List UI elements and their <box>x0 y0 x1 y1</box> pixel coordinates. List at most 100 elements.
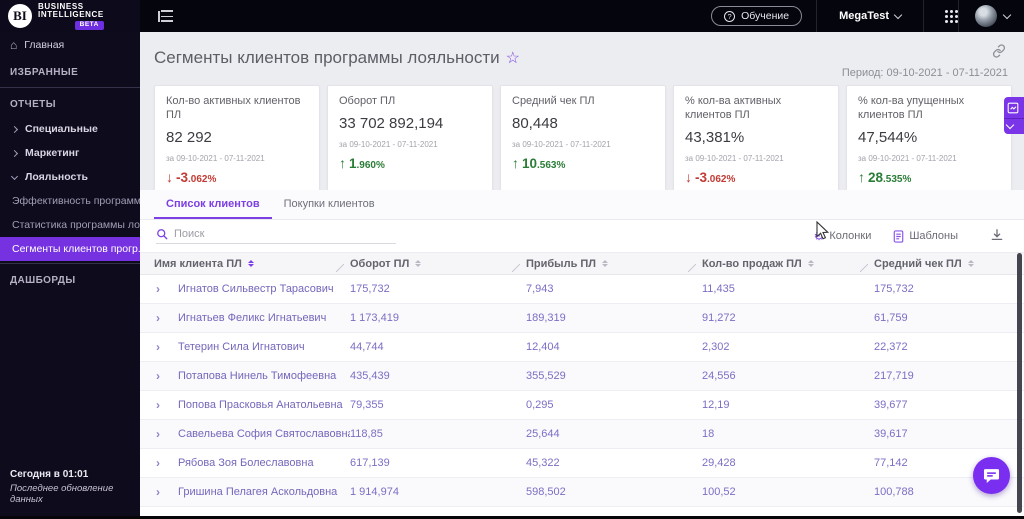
collapse-flyout-button[interactable] <box>1004 119 1024 134</box>
workspace-selector[interactable]: MegaTest <box>817 0 923 32</box>
kpi-card-lost-clients-pct: % кол-ва упущенных клиентов ПЛ 47,544% з… <box>846 85 1012 194</box>
expand-row-icon[interactable]: › <box>154 457 178 469</box>
trend-down-icon <box>166 169 173 185</box>
column-header-sales-count[interactable]: Кол-во продаж ПЛ <box>702 253 874 274</box>
apps-grid-button[interactable] <box>924 0 958 32</box>
avatar <box>975 5 997 27</box>
column-resize-handle[interactable] <box>336 264 344 272</box>
table-body: › Игнатов Сильвестр Тарасович 175,732 7,… <box>140 275 1024 519</box>
export-flyout-button[interactable] <box>1004 97 1024 119</box>
app-logo: BI BUSINESS INTELLIGENCE BETA <box>0 0 140 32</box>
column-resize-handle[interactable] <box>860 264 868 272</box>
chevron-right-icon <box>10 125 19 133</box>
kpi-card-active-clients: Кол-во активных клиентов ПЛ 82 292 за 09… <box>154 85 320 194</box>
logo-icon: BI <box>8 4 32 28</box>
column-header-average-check[interactable]: Средний чек ПЛ <box>874 253 1024 274</box>
period-label: Период: 09-10-2021 - 07-11-2021 <box>841 67 1008 79</box>
expand-row-icon[interactable]: › <box>154 283 178 295</box>
training-button[interactable]: ? Обучение <box>711 6 803 26</box>
expand-row-icon[interactable]: › <box>154 399 178 411</box>
vertical-scrollbar[interactable] <box>1017 253 1022 513</box>
table-row[interactable]: › Рябова Зоя Болеславовна 617,139 45,322… <box>140 449 1024 478</box>
kpi-delta: 10.563% <box>512 155 654 171</box>
tab-client-purchases[interactable]: Покупки клиентов <box>272 190 387 219</box>
last-update-time: Сегодня в 01:01 <box>10 469 89 480</box>
page-title: Сегменты клиентов программы лояльности ☆ <box>154 48 520 67</box>
expand-row-icon[interactable]: › <box>154 370 178 382</box>
copy-link-button[interactable] <box>990 42 1008 63</box>
sidebar-item-home[interactable]: ⌂ Главная <box>0 32 140 58</box>
last-update-info: Сегодня в 01:01 Последнее обновление дан… <box>10 469 134 505</box>
column-header-name[interactable]: Имя клиента ПЛ <box>154 253 350 274</box>
table-row[interactable]: › Игнатьев Феликс Игнатьевич 1 173,419 1… <box>140 304 1024 333</box>
sidebar-item-marketing[interactable]: Маркетинг <box>0 141 140 165</box>
topbar: BI BUSINESS INTELLIGENCE BETA ? Обучение… <box>0 0 1024 32</box>
chevron-down-icon <box>1002 10 1012 19</box>
table-row[interactable]: › Игнатов Сильвестр Тарасович 175,732 7,… <box>140 275 1024 304</box>
main-content: Сегменты клиентов программы лояльности ☆ … <box>140 32 1024 519</box>
gear-icon: ⚙ <box>813 229 825 243</box>
sort-icon[interactable] <box>602 259 609 268</box>
expand-row-icon[interactable]: › <box>154 341 178 353</box>
chevron-down-icon <box>10 172 19 180</box>
trend-up-icon <box>858 169 865 185</box>
kpi-delta: -3.062% <box>685 169 827 185</box>
sort-icon[interactable] <box>967 259 974 268</box>
chevron-right-icon <box>10 149 19 157</box>
link-icon <box>992 44 1006 58</box>
column-header-profit[interactable]: Прибыль ПЛ <box>526 253 702 274</box>
kpi-delta: 1.960% <box>339 155 481 171</box>
chevron-down-icon <box>893 10 903 19</box>
sidebar: ⌂ Главная ИЗБРАННЫЕ ОТЧЕТЫ Специальные М… <box>0 32 140 519</box>
expand-row-icon[interactable]: › <box>154 312 178 324</box>
column-resize-handle[interactable] <box>688 264 696 272</box>
grid-icon <box>944 9 948 13</box>
trend-down-icon <box>685 169 692 185</box>
last-update-label: Последнее обновление данных <box>10 483 114 505</box>
table-row[interactable]: › Савельева София Святославовна 118,85 2… <box>140 420 1024 449</box>
trend-up-icon <box>339 155 346 171</box>
tab-bar: Список клиентов Покупки клиентов <box>140 190 1024 220</box>
sidebar-section-reports: ОТЧЕТЫ <box>10 99 56 110</box>
column-resize-handle[interactable] <box>512 264 520 272</box>
column-header-turnover[interactable]: Оборот ПЛ <box>350 253 526 274</box>
download-icon <box>991 228 1003 240</box>
help-icon: ? <box>724 10 736 22</box>
table-header: Имя клиента ПЛ Оборот ПЛ Прибыль ПЛ Кол-… <box>140 252 1024 275</box>
favorite-star-icon[interactable]: ☆ <box>506 50 520 67</box>
kpi-delta: 28.535% <box>858 169 1000 185</box>
sidebar-item-program-effectiveness[interactable]: Эффективность программ... <box>0 189 140 213</box>
sort-icon[interactable] <box>415 259 422 268</box>
kpi-card-active-clients-pct: % кол-ва активных клиентов ПЛ 43,381% за… <box>673 85 839 194</box>
templates-button[interactable]: Шаблоны <box>893 229 958 243</box>
expand-row-icon[interactable]: › <box>154 428 178 440</box>
kpi-delta: -3.062% <box>166 169 308 185</box>
beta-badge: BETA <box>74 21 104 30</box>
sidebar-item-program-statistics[interactable]: Статистика программы ло... <box>0 213 140 237</box>
sidebar-item-loyalty[interactable]: Лояльность <box>0 165 140 189</box>
chat-button[interactable] <box>973 457 1010 494</box>
expand-row-icon[interactable]: › <box>154 486 178 498</box>
sort-icon[interactable] <box>807 259 814 268</box>
profile-menu[interactable] <box>959 0 1024 32</box>
sidebar-item-special[interactable]: Специальные <box>0 117 140 141</box>
divider <box>0 87 140 88</box>
table-row[interactable]: › Попова Прасковья Анатольевна 79,355 0,… <box>140 391 1024 420</box>
kpi-card-average-check: Средний чек ПЛ 80,448 за 09-10-2021 - 07… <box>500 85 666 194</box>
table-row[interactable]: › Гришина Пелагея Аскольдовна 1 914,974 … <box>140 478 1024 507</box>
download-button[interactable] <box>988 226 1006 247</box>
sort-icon[interactable] <box>247 259 254 268</box>
search-box[interactable] <box>156 228 396 244</box>
table-row[interactable]: › Тетерин Сила Игнатович 44,744 12,404 2… <box>140 333 1024 362</box>
table-row[interactable]: › Потапова Нинель Тимофеевна 435,439 355… <box>140 362 1024 391</box>
search-icon <box>157 229 168 240</box>
tab-client-list[interactable]: Список клиентов <box>154 190 272 219</box>
template-file-icon <box>894 229 904 243</box>
clients-panel: Список клиентов Покупки клиентов ⚙ Колон… <box>140 190 1024 519</box>
sidebar-item-client-segments[interactable]: Сегменты клиентов прогр... <box>0 237 140 261</box>
sidebar-section-dashboards: ДАШБОРДЫ <box>10 275 76 286</box>
menu-toggle-icon[interactable] <box>158 10 173 22</box>
search-input[interactable] <box>174 228 374 240</box>
kpi-card-turnover: Оборот ПЛ 33 702 892,194 за 09-10-2021 -… <box>327 85 493 194</box>
columns-button[interactable]: ⚙ Колонки <box>814 230 872 242</box>
